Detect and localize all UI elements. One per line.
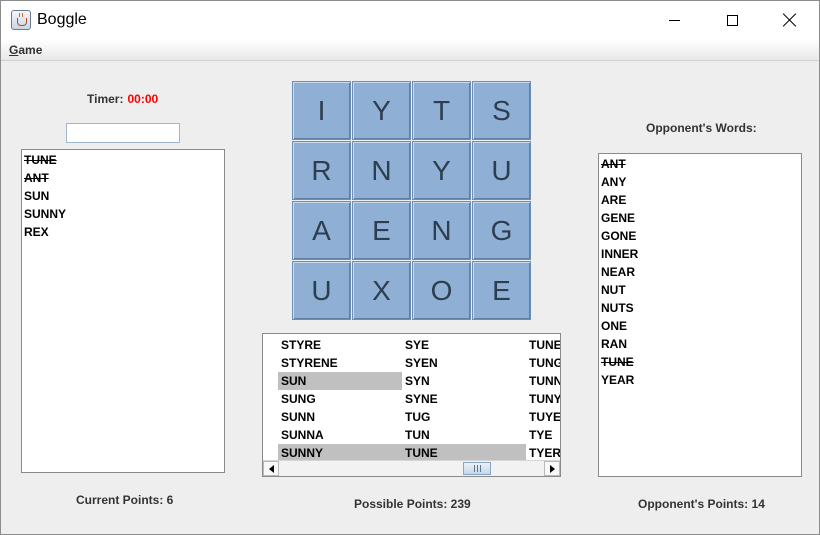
- list-item[interactable]: TUNE: [599, 353, 801, 371]
- java-cup-icon: [11, 10, 31, 30]
- chevron-left-icon: [268, 464, 274, 473]
- list-item[interactable]: TUNE: [22, 151, 224, 169]
- grip-icon: [473, 465, 481, 472]
- table-cell[interactable]: TUNY: [526, 390, 560, 408]
- table-cell[interactable]: STYRENE: [278, 354, 402, 372]
- timer-value: 00:00: [127, 92, 159, 106]
- list-item[interactable]: ONE: [599, 317, 801, 335]
- scrollbar-thumb[interactable]: [463, 462, 491, 475]
- board-tile[interactable]: R: [292, 141, 351, 200]
- possible-words-column: STYRE STYRENE SUN SUNG SUNN SUNNA SUNNY: [278, 336, 402, 462]
- list-item[interactable]: YEAR: [599, 371, 801, 389]
- close-button[interactable]: [767, 1, 813, 39]
- list-item[interactable]: ANY: [599, 173, 801, 191]
- table-cell[interactable]: SUNN: [278, 408, 402, 426]
- board-tile[interactable]: T: [412, 81, 471, 140]
- chevron-right-icon: [549, 464, 555, 473]
- possible-words-table[interactable]: STYRE STYRENE SUN SUNG SUNN SUNNA SUNNY SYE SYE…: [262, 333, 561, 477]
- table-cell[interactable]: TUNG: [526, 354, 560, 372]
- word-entry-input[interactable]: [66, 123, 180, 143]
- table-cell[interactable]: SUNG: [278, 390, 402, 408]
- board-tile[interactable]: A: [292, 201, 351, 260]
- opponent-words-list[interactable]: ANT ANY ARE GENE GONE INNER NEAR NUT NUTS ONE RAN T…: [598, 153, 802, 477]
- board-tile[interactable]: X: [352, 261, 411, 320]
- board-tile[interactable]: E: [352, 201, 411, 260]
- list-item[interactable]: RAN: [599, 335, 801, 353]
- list-item[interactable]: SUN: [22, 187, 224, 205]
- current-points: Current Points: 6: [76, 493, 174, 507]
- menu-game-mnemonic: G: [9, 43, 19, 57]
- possible-words-column: SYE SYEN SYN SYNE TUG TUN TUNE: [402, 336, 526, 462]
- table-cell[interactable]: SYEN: [402, 354, 526, 372]
- table-cell[interactable]: SYN: [402, 372, 526, 390]
- table-cell[interactable]: SUNNA: [278, 426, 402, 444]
- list-item[interactable]: ANT: [22, 169, 224, 187]
- boggle-board: IYTSRNYUAENGUXOE: [292, 81, 533, 322]
- maximize-icon: [726, 14, 738, 26]
- possible-words-column: TUNERTUNGTUNNYTUNYTUYERTYETYER: [526, 336, 560, 462]
- board-tile[interactable]: Y: [352, 81, 411, 140]
- list-item[interactable]: NUTS: [599, 299, 801, 317]
- table-cell[interactable]: TUNER: [526, 336, 560, 354]
- table-cell[interactable]: STYRE: [278, 336, 402, 354]
- close-icon: [783, 13, 797, 27]
- table-cell[interactable]: TYE: [526, 426, 560, 444]
- minimize-button[interactable]: [651, 1, 697, 39]
- list-item[interactable]: NEAR: [599, 263, 801, 281]
- list-item[interactable]: NUT: [599, 281, 801, 299]
- list-item[interactable]: SUNNY: [22, 205, 224, 223]
- menu-bar: Game: [1, 39, 819, 61]
- horizontal-scrollbar[interactable]: [263, 460, 560, 476]
- board-tile[interactable]: U: [472, 141, 531, 200]
- menu-game-label: ame: [18, 43, 43, 57]
- app-window: Boggle Game Timer: 00:00 TUNE ANT SUN SUNNY R…: [0, 0, 820, 535]
- board-tile[interactable]: I: [292, 81, 351, 140]
- timer-label: Timer:: [87, 92, 124, 106]
- maximize-button[interactable]: [709, 1, 755, 39]
- board-tile[interactable]: N: [412, 201, 471, 260]
- opponent-words-label: Opponent's Words:: [646, 121, 757, 135]
- list-item[interactable]: ARE: [599, 191, 801, 209]
- scroll-left-button[interactable]: [263, 461, 279, 476]
- scroll-right-button[interactable]: [544, 461, 560, 476]
- board-tile[interactable]: U: [292, 261, 351, 320]
- minimize-icon: [668, 19, 680, 21]
- possible-points: Possible Points: 239: [354, 497, 471, 511]
- window-title: Boggle: [37, 11, 87, 28]
- player-words-list[interactable]: TUNE ANT SUN SUNNY REX: [21, 149, 225, 473]
- list-item[interactable]: INNER: [599, 245, 801, 263]
- list-item[interactable]: ANT: [599, 155, 801, 173]
- list-item[interactable]: GONE: [599, 227, 801, 245]
- table-cell[interactable]: TUG: [402, 408, 526, 426]
- board-tile[interactable]: S: [472, 81, 531, 140]
- list-item[interactable]: REX: [22, 223, 224, 241]
- board-tile[interactable]: O: [412, 261, 471, 320]
- board-tile[interactable]: N: [352, 141, 411, 200]
- list-item[interactable]: GENE: [599, 209, 801, 227]
- table-cell[interactable]: SYE: [402, 336, 526, 354]
- table-cell[interactable]: SUN: [278, 372, 402, 390]
- timer: Timer: 00:00: [87, 92, 158, 106]
- board-tile[interactable]: Y: [412, 141, 471, 200]
- opponent-points: Opponent's Points: 14: [638, 497, 765, 511]
- title-bar: Boggle: [1, 1, 819, 39]
- table-cell[interactable]: SYNE: [402, 390, 526, 408]
- menu-game[interactable]: Game: [9, 43, 42, 57]
- board-tile[interactable]: E: [472, 261, 531, 320]
- table-cell[interactable]: TUNNY: [526, 372, 560, 390]
- table-cell[interactable]: TUYER: [526, 408, 560, 426]
- table-cell[interactable]: TUN: [402, 426, 526, 444]
- board-tile[interactable]: G: [472, 201, 531, 260]
